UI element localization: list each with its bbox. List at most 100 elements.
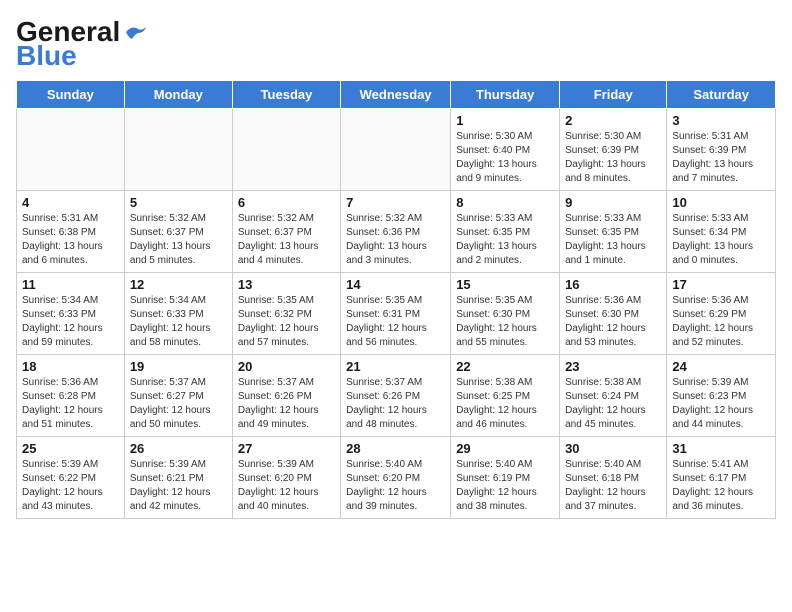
day-number: 18 <box>22 359 119 374</box>
day-cell: 15 Sunrise: 5:35 AM Sunset: 6:30 PM Dayli… <box>451 273 560 355</box>
weekday-header-wednesday: Wednesday <box>341 81 451 109</box>
day-info: Sunrise: 5:39 AM Sunset: 6:23 PM Dayligh… <box>672 376 770 432</box>
day-info: Sunrise: 5:30 AM Sunset: 6:39 PM Dayligh… <box>565 130 661 186</box>
day-cell: 19 Sunrise: 5:37 AM Sunset: 6:27 PM Dayli… <box>124 355 232 437</box>
logo: General Blue <box>16 16 146 72</box>
day-cell: 29Sunrise: 5:40 AM Sunset: 6:19 PM Dayli… <box>451 437 560 519</box>
day-number: 7 <box>346 195 445 210</box>
day-number: 23 <box>565 359 661 374</box>
day-cell <box>232 109 340 191</box>
day-cell: 25Sunrise: 5:39 AM Sunset: 6:22 PM Dayli… <box>17 437 125 519</box>
day-cell: 20 Sunrise: 5:37 AM Sunset: 6:26 PM Dayli… <box>232 355 340 437</box>
day-info: Sunrise: 5:32 AM Sunset: 6:36 PM Dayligh… <box>346 212 445 268</box>
day-cell: 4 Sunrise: 5:31 AM Sunset: 6:38 PM Daylig… <box>17 191 125 273</box>
day-info: Sunrise: 5:39 AM Sunset: 6:20 PM Dayligh… <box>238 458 335 514</box>
day-info: Sunrise: 5:32 AM Sunset: 6:37 PM Dayligh… <box>130 212 227 268</box>
day-info: Sunrise: 5:41 AM Sunset: 6:17 PM Dayligh… <box>672 458 770 514</box>
day-cell: 12Sunrise: 5:34 AM Sunset: 6:33 PM Dayli… <box>124 273 232 355</box>
day-cell: 9Sunrise: 5:33 AM Sunset: 6:35 PM Daylig… <box>560 191 667 273</box>
day-cell: 23 Sunrise: 5:38 AM Sunset: 6:24 PM Dayli… <box>560 355 667 437</box>
day-info: Sunrise: 5:36 AM Sunset: 6:28 PM Dayligh… <box>22 376 119 432</box>
weekday-header-saturday: Saturday <box>667 81 776 109</box>
logo-bird-icon <box>124 23 146 41</box>
day-number: 6 <box>238 195 335 210</box>
day-info: Sunrise: 5:36 AM Sunset: 6:30 PM Dayligh… <box>565 294 661 350</box>
day-info: Sunrise: 5:40 AM Sunset: 6:18 PM Dayligh… <box>565 458 661 514</box>
day-number: 26 <box>130 441 227 456</box>
day-number: 2 <box>565 113 661 128</box>
logo-blue: Blue <box>16 40 77 72</box>
day-number: 30 <box>565 441 661 456</box>
calendar-table: SundayMondayTuesdayWednesdayThursdayFrid… <box>16 80 776 519</box>
day-number: 12 <box>130 277 227 292</box>
week-row-2: 4 Sunrise: 5:31 AM Sunset: 6:38 PM Daylig… <box>17 191 776 273</box>
day-number: 10 <box>672 195 770 210</box>
day-info: Sunrise: 5:32 AM Sunset: 6:37 PM Dayligh… <box>238 212 335 268</box>
day-cell: 3 Sunrise: 5:31 AM Sunset: 6:39 PM Daylig… <box>667 109 776 191</box>
day-cell <box>341 109 451 191</box>
day-cell: 8 Sunrise: 5:33 AM Sunset: 6:35 PM Daylig… <box>451 191 560 273</box>
day-cell: 16 Sunrise: 5:36 AM Sunset: 6:30 PM Dayli… <box>560 273 667 355</box>
day-info: Sunrise: 5:35 AM Sunset: 6:31 PM Dayligh… <box>346 294 445 350</box>
weekday-header-tuesday: Tuesday <box>232 81 340 109</box>
day-number: 11 <box>22 277 119 292</box>
day-cell: 5 Sunrise: 5:32 AM Sunset: 6:37 PM Daylig… <box>124 191 232 273</box>
day-cell: 7 Sunrise: 5:32 AM Sunset: 6:36 PM Daylig… <box>341 191 451 273</box>
day-info: Sunrise: 5:34 AM Sunset: 6:33 PM Dayligh… <box>22 294 119 350</box>
day-number: 25 <box>22 441 119 456</box>
day-number: 3 <box>672 113 770 128</box>
weekday-header-thursday: Thursday <box>451 81 560 109</box>
day-number: 9 <box>565 195 661 210</box>
day-cell: 26 Sunrise: 5:39 AM Sunset: 6:21 PM Dayli… <box>124 437 232 519</box>
weekday-header-sunday: Sunday <box>17 81 125 109</box>
day-info: Sunrise: 5:37 AM Sunset: 6:26 PM Dayligh… <box>238 376 335 432</box>
day-number: 15 <box>456 277 554 292</box>
day-info: Sunrise: 5:31 AM Sunset: 6:39 PM Dayligh… <box>672 130 770 186</box>
weekday-header-row: SundayMondayTuesdayWednesdayThursdayFrid… <box>17 81 776 109</box>
day-info: Sunrise: 5:37 AM Sunset: 6:27 PM Dayligh… <box>130 376 227 432</box>
day-number: 28 <box>346 441 445 456</box>
day-cell <box>124 109 232 191</box>
day-info: Sunrise: 5:35 AM Sunset: 6:30 PM Dayligh… <box>456 294 554 350</box>
day-cell: 28 Sunrise: 5:40 AM Sunset: 6:20 PM Dayli… <box>341 437 451 519</box>
header: General Blue <box>16 16 776 72</box>
day-cell: 30 Sunrise: 5:40 AM Sunset: 6:18 PM Dayli… <box>560 437 667 519</box>
day-cell: 22Sunrise: 5:38 AM Sunset: 6:25 PM Dayli… <box>451 355 560 437</box>
day-info: Sunrise: 5:39 AM Sunset: 6:21 PM Dayligh… <box>130 458 227 514</box>
day-info: Sunrise: 5:36 AM Sunset: 6:29 PM Dayligh… <box>672 294 770 350</box>
day-cell: 24Sunrise: 5:39 AM Sunset: 6:23 PM Dayli… <box>667 355 776 437</box>
day-cell: 21Sunrise: 5:37 AM Sunset: 6:26 PM Dayli… <box>341 355 451 437</box>
day-info: Sunrise: 5:31 AM Sunset: 6:38 PM Dayligh… <box>22 212 119 268</box>
day-cell: 6 Sunrise: 5:32 AM Sunset: 6:37 PM Daylig… <box>232 191 340 273</box>
day-cell: 18 Sunrise: 5:36 AM Sunset: 6:28 PM Dayli… <box>17 355 125 437</box>
day-info: Sunrise: 5:38 AM Sunset: 6:24 PM Dayligh… <box>565 376 661 432</box>
day-number: 4 <box>22 195 119 210</box>
day-cell: 27 Sunrise: 5:39 AM Sunset: 6:20 PM Dayli… <box>232 437 340 519</box>
weekday-header-monday: Monday <box>124 81 232 109</box>
day-cell: 31 Sunrise: 5:41 AM Sunset: 6:17 PM Dayli… <box>667 437 776 519</box>
day-info: Sunrise: 5:40 AM Sunset: 6:19 PM Dayligh… <box>456 458 554 514</box>
day-info: Sunrise: 5:33 AM Sunset: 6:35 PM Dayligh… <box>456 212 554 268</box>
day-cell: 17Sunrise: 5:36 AM Sunset: 6:29 PM Dayli… <box>667 273 776 355</box>
day-number: 14 <box>346 277 445 292</box>
day-number: 22 <box>456 359 554 374</box>
day-number: 21 <box>346 359 445 374</box>
day-cell: 14 Sunrise: 5:35 AM Sunset: 6:31 PM Dayli… <box>341 273 451 355</box>
day-number: 27 <box>238 441 335 456</box>
week-row-5: 25Sunrise: 5:39 AM Sunset: 6:22 PM Dayli… <box>17 437 776 519</box>
day-info: Sunrise: 5:30 AM Sunset: 6:40 PM Dayligh… <box>456 130 554 186</box>
day-number: 31 <box>672 441 770 456</box>
day-number: 20 <box>238 359 335 374</box>
week-row-4: 18 Sunrise: 5:36 AM Sunset: 6:28 PM Dayli… <box>17 355 776 437</box>
day-number: 16 <box>565 277 661 292</box>
day-number: 1 <box>456 113 554 128</box>
day-number: 8 <box>456 195 554 210</box>
weekday-header-friday: Friday <box>560 81 667 109</box>
day-cell: 2 Sunrise: 5:30 AM Sunset: 6:39 PM Daylig… <box>560 109 667 191</box>
day-number: 19 <box>130 359 227 374</box>
day-info: Sunrise: 5:35 AM Sunset: 6:32 PM Dayligh… <box>238 294 335 350</box>
day-number: 5 <box>130 195 227 210</box>
day-cell <box>17 109 125 191</box>
day-info: Sunrise: 5:40 AM Sunset: 6:20 PM Dayligh… <box>346 458 445 514</box>
week-row-1: 1 Sunrise: 5:30 AM Sunset: 6:40 PM Daylig… <box>17 109 776 191</box>
